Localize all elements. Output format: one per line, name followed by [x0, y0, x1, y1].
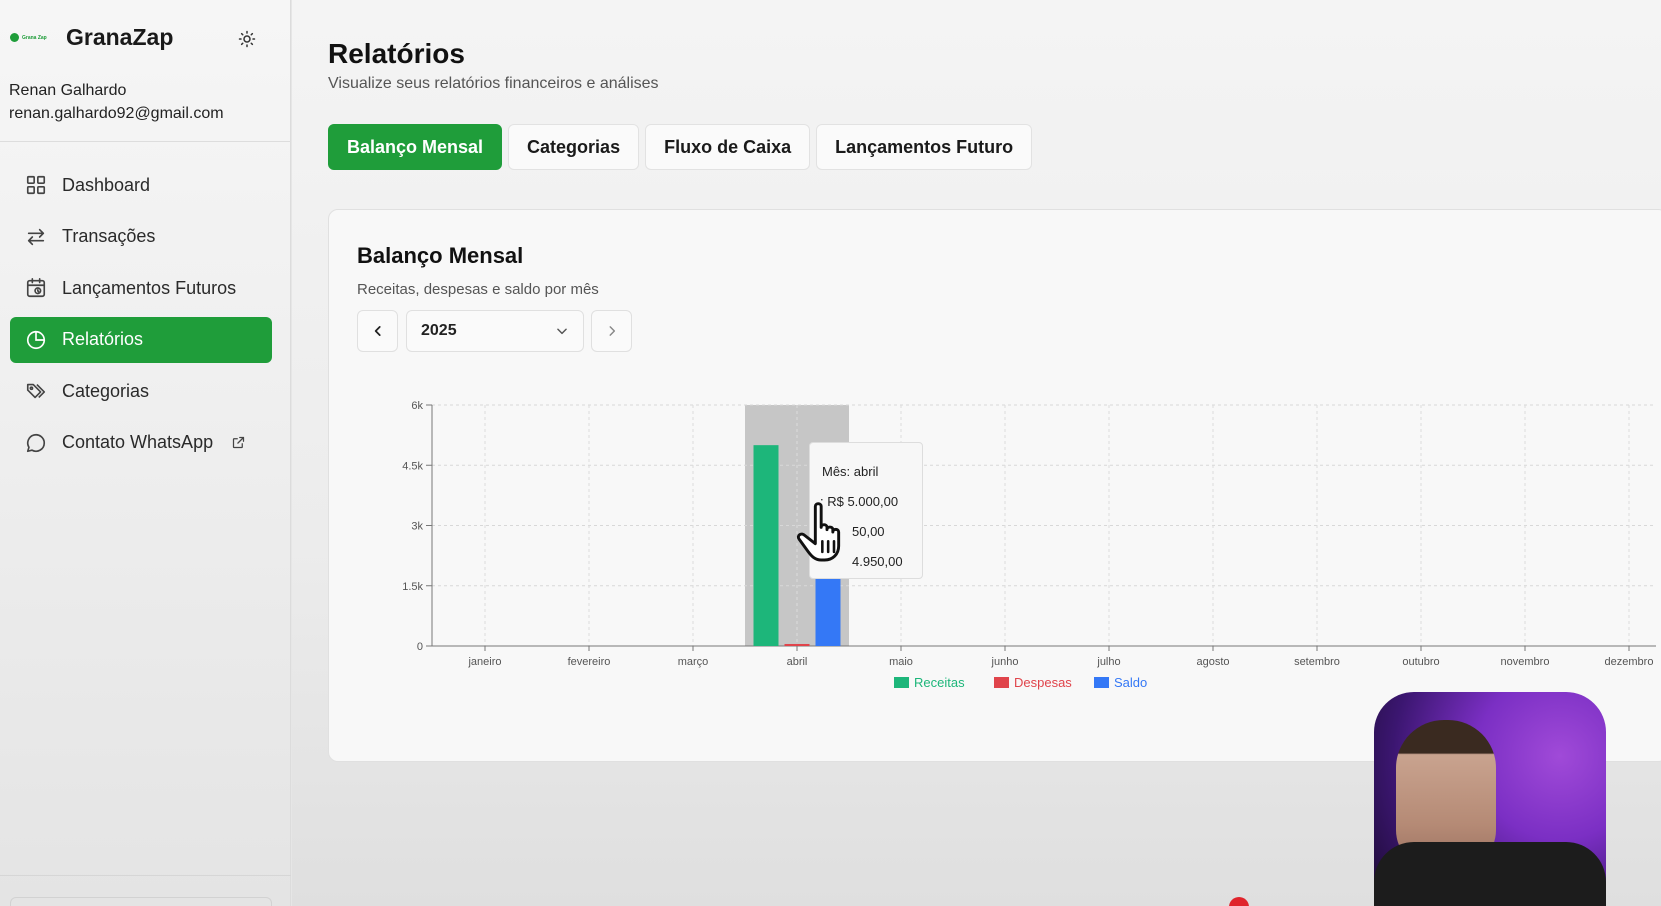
logo-text: Grana Zap [22, 34, 47, 41]
sidebar-footer-panel [10, 897, 272, 906]
app-name: GranaZap [66, 24, 174, 50]
next-year-button[interactable] [591, 310, 632, 352]
sidebar-item-contato-whatsapp[interactable]: Contato WhatsApp [10, 420, 272, 466]
pie-chart-icon [24, 328, 48, 352]
sidebar-item-categorias[interactable]: Categorias [10, 368, 272, 414]
user-email: renan.galhardo92@gmail.com [9, 105, 224, 122]
brand-logo: Grana Zap [10, 31, 52, 45]
sidebar-item-label: Lançamentos Futuros [62, 277, 237, 298]
report-tabs: Balanço Mensal Categorias Fluxo de Caixa… [328, 124, 1033, 170]
chevron-left-icon [374, 326, 381, 336]
tab-fluxo-de-caixa[interactable]: Fluxo de Caixa [645, 124, 811, 170]
sidebar-nav: Dashboard Transações Lançamentos Futuros… [10, 162, 272, 471]
external-link-icon [231, 435, 247, 451]
chat-icon [24, 431, 48, 455]
brand[interactable]: Grana Zap GranaZap [10, 24, 173, 51]
logo-mark [10, 33, 19, 42]
tooltip-despesas: 50,00 [852, 524, 885, 539]
webcam-overlay [1374, 692, 1606, 906]
sidebar-item-label: Relatórios [62, 329, 144, 349]
year-value: 2025 [421, 322, 457, 339]
theme-toggle-button[interactable] [236, 28, 258, 50]
sidebar-item-label: Categorias [62, 380, 150, 401]
tooltip-saldo: 4.950,00 [852, 554, 903, 569]
sidebar-divider [0, 141, 291, 142]
page-title: Relatórios [328, 38, 465, 69]
calendar-clock-icon [24, 276, 48, 300]
tooltip-month: Mês: abril [822, 464, 879, 479]
sidebar-item-label: Contato WhatsApp [62, 432, 214, 452]
sidebar-footer-divider [0, 875, 291, 876]
chevron-right-icon [609, 326, 615, 336]
sidebar: Grana Zap GranaZap Renan Galhardo renan.… [0, 0, 291, 906]
tab-balanco-mensal[interactable]: Balanço Mensal [328, 124, 503, 170]
previous-year-button[interactable] [357, 310, 398, 352]
card-title: Balanço Mensal [357, 243, 524, 268]
tab-lancamentos-futuro[interactable]: Lançamentos Futuro [816, 124, 1033, 170]
sidebar-item-transacoes[interactable]: Transações [10, 214, 272, 260]
sun-icon [238, 30, 256, 48]
sidebar-item-lancamentos-futuros[interactable]: Lançamentos Futuros [10, 265, 272, 311]
grid-icon [24, 173, 48, 197]
user-info: Renan Galhardo renan.galhardo92@gmail.co… [9, 79, 224, 125]
chevron-down-icon [557, 328, 567, 335]
hand-cursor-icon [796, 502, 841, 562]
card-subtitle: Receitas, despesas e saldo por mês [357, 281, 599, 298]
tags-icon [24, 379, 48, 403]
sidebar-item-relatorios[interactable]: Relatórios [10, 316, 272, 363]
sidebar-item-label: Dashboard [62, 174, 151, 195]
page-subtitle: Visualize seus relatórios financeiros e … [328, 75, 659, 92]
presenter-shirt [1374, 842, 1606, 906]
balance-card: Balanço Mensal Receitas, despesas e sald… [328, 209, 1661, 762]
year-select[interactable]: 2025 [406, 310, 584, 352]
tab-categorias[interactable]: Categorias [508, 124, 640, 170]
sidebar-item-dashboard[interactable]: Dashboard [10, 162, 272, 208]
user-name: Renan Galhardo [9, 82, 127, 99]
sidebar-item-label: Transações [62, 226, 156, 246]
arrows-icon [24, 225, 48, 249]
